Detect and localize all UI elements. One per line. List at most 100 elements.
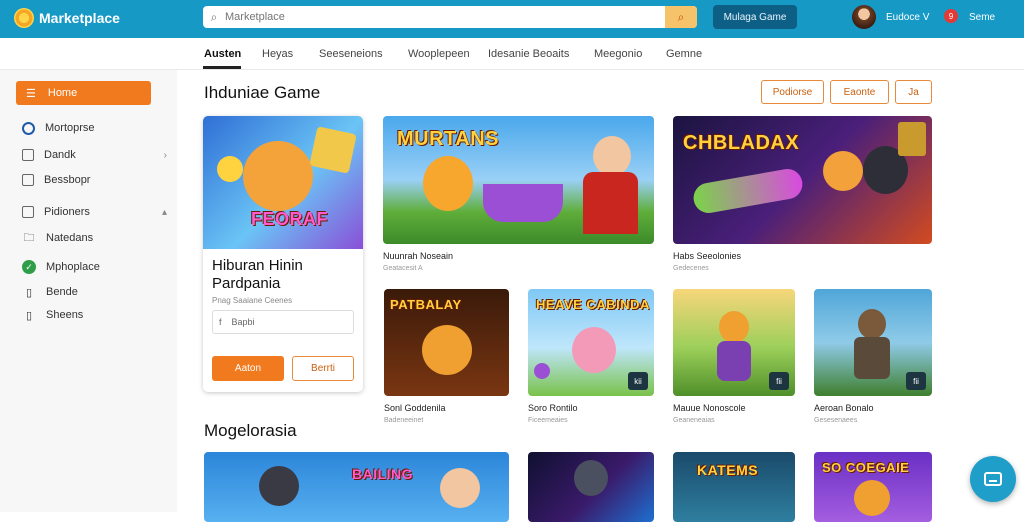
user-name-label: Eudoce V (886, 12, 930, 23)
nav-item[interactable]: Gemne (666, 48, 702, 60)
game-art-text: SO COEGAIE (822, 460, 910, 475)
search-button[interactable]: ⌕ (665, 6, 697, 28)
game-card[interactable]: HEAVE CABINDA kii Soro Rontilo Ficeemeai… (528, 289, 654, 429)
game-card[interactable]: CHBLADAX Habs Seeolonies Gedecenes (673, 116, 932, 276)
featured-primary-button[interactable]: Aaton (212, 356, 284, 381)
character-art (583, 172, 638, 234)
game-meta: Badeneeinet (384, 417, 424, 424)
top-link[interactable]: Seme (969, 12, 995, 23)
character-art (719, 311, 749, 343)
featured-subtitle: Pnag Saaiane Ceenes (212, 296, 293, 305)
nav-item[interactable]: Seeseneions (319, 48, 383, 60)
game-title: Nuunrah Noseain (383, 251, 454, 261)
platform-badge: fii (769, 372, 789, 390)
sidebar-home-button[interactable]: ☰ Home (16, 81, 151, 105)
app-logo[interactable]: Marketplace (14, 8, 120, 28)
square-icon (22, 206, 34, 218)
game-image: fii (673, 289, 795, 396)
sidebar-item[interactable]: Mortoprse (22, 120, 167, 136)
search-bar: ⌕ ⌕ (203, 6, 697, 28)
sidebar-item[interactable]: ✓ Mphoplace (22, 259, 167, 275)
nav-item[interactable]: Idesanie Beoaits (488, 48, 569, 60)
chevron-up-icon: ▴ (161, 206, 167, 218)
check-circle-icon: ✓ (22, 260, 36, 274)
input-icon: f (219, 317, 222, 327)
character-art (717, 341, 751, 381)
game-image: CHBLADAX (673, 116, 932, 244)
sidebar-item-label: Bessbopr (44, 174, 91, 186)
game-title: Mauue Nonoscole (673, 403, 746, 413)
character-art (823, 151, 863, 191)
game-title: Habs Seeolonies (673, 251, 742, 261)
platform-badge: fii (906, 372, 926, 390)
game-card[interactable]: MURTANS Nuunrah Noseain Geatacesit A (383, 116, 654, 276)
chat-button[interactable] (970, 456, 1016, 502)
avatar[interactable] (852, 5, 876, 29)
top-bar: Marketplace ⌕ ⌕ Mulaga Game Eudoce V 9 S… (0, 0, 1024, 38)
action-button[interactable]: Eaonte (830, 80, 889, 104)
game-art-text: KATEMS (697, 462, 759, 478)
nav-item[interactable]: Meegonio (594, 48, 642, 60)
nav-active-indicator (203, 66, 241, 69)
featured-art-text: FEORAF (251, 209, 328, 229)
character-art (593, 136, 631, 176)
sidebar-item-label: Natedans (46, 232, 94, 244)
notification-badge[interactable]: 9 (944, 9, 958, 23)
character-art (574, 460, 608, 496)
game-art-text: MURTANS (397, 128, 500, 150)
chevron-right-icon: › (163, 149, 167, 161)
featured-input-value: Bapbi (231, 317, 255, 327)
sidebar-item[interactable]: ▯ Sheens (22, 307, 167, 323)
sidebar-home-label: Home (47, 87, 78, 99)
doc-icon: ▯ (25, 309, 33, 322)
featured-input[interactable]: f Bapbi (212, 310, 354, 334)
square-icon (22, 149, 34, 161)
game-meta: Geatacesit A (383, 265, 423, 272)
platform-badge: kii (628, 372, 648, 390)
featured-image[interactable]: FEORAF (203, 116, 363, 249)
game-card[interactable]: fii Mauue Nonoscole Geaneneaias (673, 289, 795, 429)
action-button[interactable]: Ja (895, 80, 932, 104)
sidebar-item[interactable]: Pidioners ▴ (22, 204, 167, 220)
character-art (243, 141, 313, 211)
action-button[interactable]: Podiorse (761, 80, 824, 104)
top-cta-button[interactable]: Mulaga Game (713, 5, 797, 29)
square-icon (22, 174, 34, 186)
nav-item[interactable]: Wooplepeen (408, 48, 470, 60)
clock-icon (22, 121, 35, 135)
sidebar: ☰ Home Mortoprse Dandk › Bessbopr Pidion… (0, 70, 177, 512)
game-card[interactable]: BAILING (204, 452, 509, 522)
game-card[interactable]: KATEMS (673, 452, 795, 522)
game-card[interactable]: SO COEGAIE (814, 452, 932, 522)
sidebar-item-label: Sheens (46, 309, 84, 321)
game-card[interactable]: PATBALAY Sonl Goddenila Badeneeinet (384, 289, 509, 429)
nav-item[interactable]: Heyas (262, 48, 293, 60)
sidebar-item[interactable]: Bessbopr (22, 172, 167, 188)
primary-button-label: Aaton (234, 363, 262, 374)
character-art (858, 309, 886, 339)
sidebar-item-label: Pidioners (44, 206, 90, 218)
character-art (423, 156, 473, 211)
game-title: Aeroan Bonalo (814, 403, 874, 413)
emblem-art (898, 122, 926, 156)
game-art-text: BAILING (352, 466, 414, 482)
cauldron-art (483, 184, 563, 222)
search-input[interactable] (225, 11, 665, 23)
game-card[interactable] (528, 452, 654, 522)
user-name[interactable]: Eudoce V (886, 12, 929, 23)
sidebar-item[interactable]: ▯ Bende (22, 284, 167, 300)
game-image: PATBALAY (384, 289, 509, 396)
game-card[interactable]: fii Aeroan Bonalo Gesesenaees (814, 289, 932, 429)
main-nav: Austen Heyas Seeseneions Wooplepeen Ides… (0, 38, 1024, 70)
character-art (854, 480, 890, 516)
character-art (572, 327, 616, 373)
sidebar-item[interactable]: 🗀 Natedans (22, 230, 167, 246)
coin-art (217, 156, 243, 182)
featured-secondary-button[interactable]: Berrti (292, 356, 354, 381)
game-image: fii (814, 289, 932, 396)
nav-item[interactable]: Austen (204, 48, 241, 60)
sidebar-item-label: Bende (46, 286, 78, 298)
logo-icon (14, 8, 34, 28)
sidebar-item[interactable]: Dandk › (22, 147, 167, 163)
spaceship-art (691, 166, 805, 216)
